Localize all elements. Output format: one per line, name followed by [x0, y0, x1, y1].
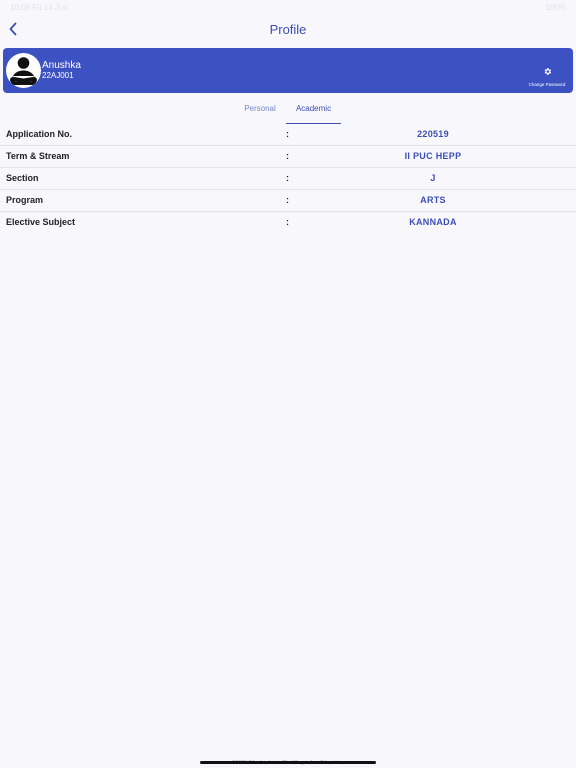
separator: :: [286, 195, 289, 205]
elective-subject-label: Elective Subject: [6, 217, 76, 227]
tab-personal[interactable]: Personal: [238, 104, 282, 123]
separator: :: [286, 173, 289, 183]
home-indicator[interactable]: [200, 761, 376, 764]
profile-tabs: Personal Academic: [0, 100, 576, 124]
application-no-value: 220519: [417, 129, 449, 139]
separator: :: [286, 151, 289, 161]
change-password-button[interactable]: Change Password: [525, 63, 569, 87]
table-row: Term & Stream : II PUC HEPP: [0, 146, 576, 168]
program-value: ARTS: [420, 195, 446, 205]
separator: :: [286, 129, 289, 139]
program-label: Program: [6, 195, 44, 205]
profile-card: Anushka 22AJ001 Change Password: [3, 48, 573, 93]
term-stream-value: II PUC HEPP: [404, 151, 462, 161]
separator: :: [286, 217, 289, 227]
section-value: J: [430, 173, 436, 183]
academic-details: Application No. : 220519 Term & Stream :…: [0, 124, 576, 233]
student-avatar-icon: [6, 53, 41, 88]
nav-bar: Profile: [0, 14, 576, 46]
avatar: [6, 53, 41, 88]
elective-subject-value: KANNADA: [409, 217, 457, 227]
table-row: Program : ARTS: [0, 190, 576, 212]
section-label: Section: [6, 173, 39, 183]
application-no-label: Application No.: [6, 129, 72, 139]
tab-academic[interactable]: Academic: [286, 104, 341, 124]
status-time: 10:09 Fri 14 Jun: [10, 3, 68, 12]
table-row: Section : J: [0, 168, 576, 190]
status-battery: 100%: [545, 3, 566, 12]
page-title: Profile: [269, 22, 307, 37]
term-stream-label: Term & Stream: [6, 151, 70, 161]
table-row: Application No. : 220519: [0, 124, 576, 146]
change-password-label: Change Password: [528, 82, 566, 87]
gear-icon: [544, 68, 551, 75]
profile-name: Anushka: [42, 60, 81, 71]
status-bar: 10:09 Fri 14 Jun 100%: [0, 0, 576, 14]
table-row: Elective Subject : KANNADA: [0, 212, 576, 233]
profile-id: 22AJ001: [42, 71, 74, 80]
